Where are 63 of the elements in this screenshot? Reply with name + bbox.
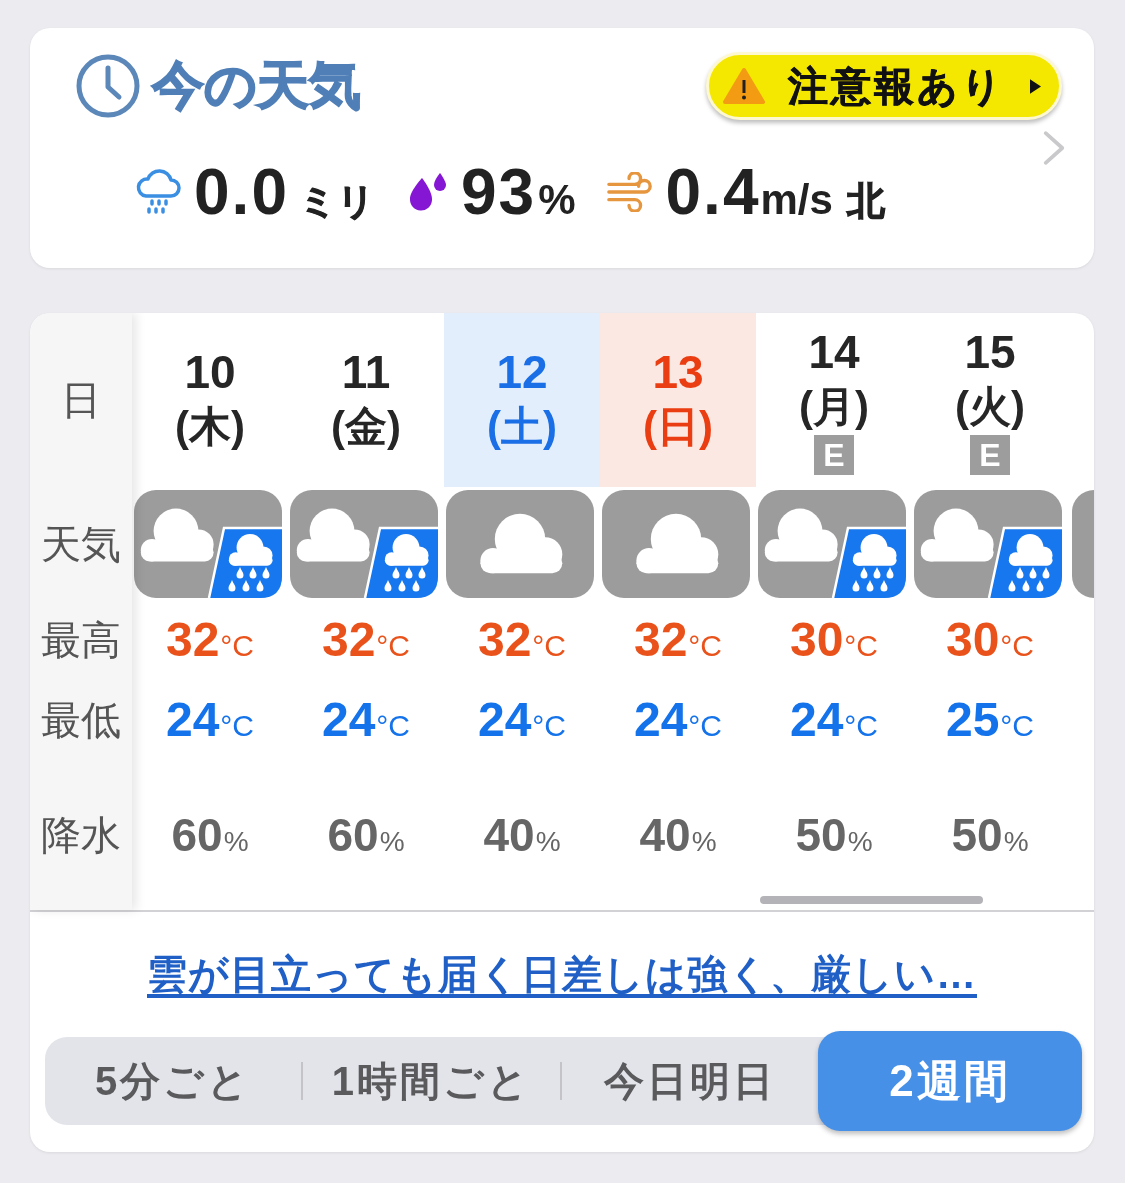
- precipitation-chance: 40%: [483, 809, 561, 861]
- low-temperature: 24°C: [321, 693, 411, 747]
- precipitation-chance: 50%: [951, 809, 1029, 861]
- low-temperature: 24°C: [789, 693, 879, 747]
- weekday-label: (金): [331, 402, 401, 452]
- summary-link[interactable]: 雲が目立っても届く日差しは強く、厳しい…: [147, 950, 977, 998]
- wind-direction: 北: [846, 181, 885, 223]
- weekday-label: (月): [799, 382, 869, 432]
- row-label: 降水: [41, 812, 121, 858]
- row-label: 最低: [41, 697, 121, 743]
- reading-value: 93: [460, 157, 537, 228]
- cloud-icon: [446, 490, 594, 598]
- reading-value: 0.4: [665, 157, 761, 228]
- date-number: 10: [184, 345, 236, 399]
- low-temperature: 25°C: [945, 693, 1035, 747]
- high-temperature: 30°C: [945, 613, 1035, 667]
- reading-unit: %: [538, 177, 576, 224]
- cloud-and-rain-icon: [290, 490, 438, 598]
- row-label: 最高: [41, 617, 121, 663]
- high-temperature: 30°C: [789, 613, 879, 667]
- low-temperature: 24°C: [165, 693, 255, 747]
- date-number: 13: [652, 345, 704, 399]
- weekday-label: (火): [955, 382, 1025, 432]
- weekday-label: (土): [487, 402, 557, 452]
- cloud-icon: [602, 490, 750, 598]
- date-number: 11: [341, 345, 391, 399]
- high-temperature: 32°C: [321, 613, 411, 667]
- section-title: 今の天気: [152, 57, 361, 115]
- high-temperature: 32°C: [165, 613, 255, 667]
- wind-icon: [605, 172, 654, 213]
- grade-badge: E: [970, 435, 1010, 475]
- precipitation-chance: 40%: [639, 809, 717, 861]
- low-temperature: 24°C: [477, 693, 567, 747]
- caret-icon: [1030, 78, 1041, 94]
- range-tab[interactable]: 1時間ごと: [303, 1037, 560, 1125]
- date-number: 15: [964, 325, 1016, 379]
- precipitation-chance: 50%: [795, 809, 873, 861]
- range-tab[interactable]: 今日明日: [561, 1037, 818, 1125]
- date-number: 12: [496, 345, 548, 399]
- row-label: 日: [61, 377, 101, 423]
- cloud-and-rain-icon: [758, 490, 906, 598]
- rain-cloud-icon: [134, 168, 182, 217]
- grade-badge: E: [814, 435, 854, 475]
- reading-unit: ミリ: [298, 182, 375, 223]
- weekday-label: (日): [643, 402, 713, 452]
- high-temperature: 32°C: [477, 613, 567, 667]
- clock-icon: [76, 54, 140, 118]
- range-tab[interactable]: 5分ごと: [45, 1037, 302, 1125]
- warning-button[interactable]: 注意報あり: [706, 52, 1062, 120]
- reading-value: 0.0: [194, 157, 289, 228]
- precipitation-chance: 60%: [171, 809, 249, 861]
- high-temperature: 32°C: [633, 613, 723, 667]
- precipitation-chance: 60%: [327, 809, 405, 861]
- low-temperature: 24°C: [633, 693, 723, 747]
- row-label: 天気: [41, 520, 121, 567]
- cloud-and-rain-icon: [914, 490, 1062, 598]
- cloud-and-rain-icon: [134, 490, 282, 598]
- warning-icon: [722, 67, 766, 105]
- range-tab[interactable]: 2週間: [818, 1031, 1082, 1131]
- date-number: 14: [808, 325, 860, 379]
- chevron-right-icon[interactable]: [1042, 130, 1066, 166]
- reading-unit: m/s: [760, 177, 833, 224]
- weekday-label: (木): [175, 402, 245, 452]
